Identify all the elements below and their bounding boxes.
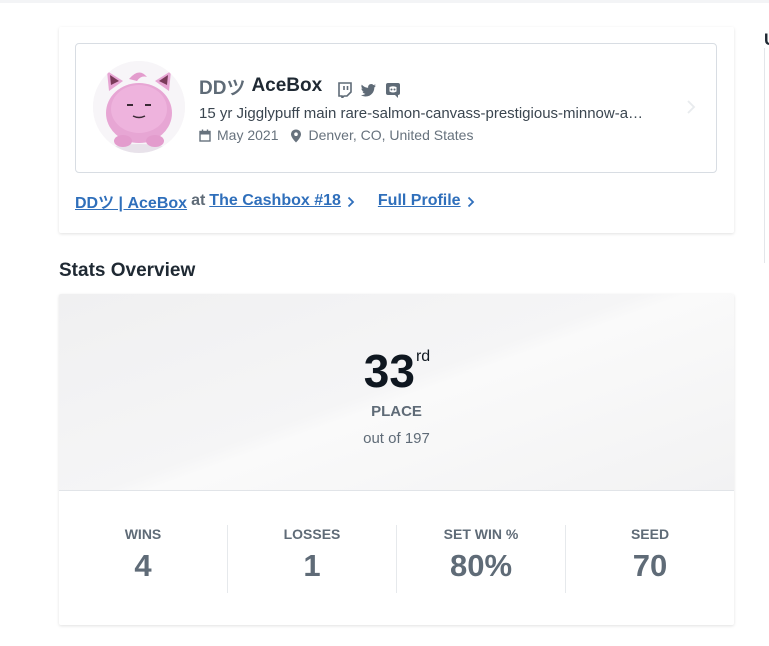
chevron-right-icon xyxy=(467,195,475,208)
stat-label: SEED xyxy=(630,526,670,542)
placement-label: PLACE xyxy=(371,403,422,420)
stat-wins: WINS 4 xyxy=(59,525,228,593)
stat-grid: WINS 4 LOSSES 1 SET WIN % 80% SEED 70 xyxy=(59,525,734,593)
profile-card: DDツ AceBox 15 yr Jigglypuff main rare-sa… xyxy=(59,27,734,233)
stat-set-win-pct: SET WIN % 80% xyxy=(397,525,566,593)
profile-links: DDツ | AceBox at The Cashbox #18 Full Pro… xyxy=(75,189,475,213)
twitter-icon[interactable] xyxy=(361,82,377,98)
stat-value: 70 xyxy=(632,548,668,583)
social-links xyxy=(337,82,409,100)
discord-icon[interactable] xyxy=(385,82,401,98)
player-prefix: DDツ xyxy=(199,77,246,99)
event-name-link[interactable]: The Cashbox #18 xyxy=(209,192,355,210)
player-location: Denver, CO, United States xyxy=(308,127,474,143)
chevron-right-icon xyxy=(347,195,355,208)
joined-date: May 2021 xyxy=(217,127,279,143)
right-panel-title: U xyxy=(764,30,769,50)
right-panel-card xyxy=(764,48,769,263)
stat-value: 80% xyxy=(449,548,513,583)
stats-card: 33rd PLACE out of 197 WINS 4 LOSSES 1 SE… xyxy=(59,294,734,625)
placement-number: 33 xyxy=(363,345,415,397)
chevron-right-icon xyxy=(686,99,696,115)
twitch-icon[interactable] xyxy=(337,82,353,100)
player-tag: AceBox xyxy=(251,75,323,96)
stat-seed: SEED 70 xyxy=(566,525,734,593)
top-bar xyxy=(0,0,769,3)
profile-summary[interactable]: DDツ AceBox 15 yr Jigglypuff main rare-sa… xyxy=(75,43,717,173)
placement-suffix: rd xyxy=(415,348,431,365)
player-name-row: DDツ AceBox xyxy=(199,74,409,100)
event-entrant-link[interactable]: DDツ | AceBox xyxy=(75,189,187,213)
avatar xyxy=(93,61,185,153)
full-profile-link[interactable]: Full Profile xyxy=(378,192,475,210)
avatar-image xyxy=(93,61,185,153)
stat-value: 1 xyxy=(303,548,321,583)
event-name: The Cashbox #18 xyxy=(209,192,341,209)
stat-label: SET WIN % xyxy=(443,526,519,542)
event-at-label: at xyxy=(191,192,206,209)
stats-overview-title: Stats Overview xyxy=(59,260,196,281)
placement-panel: 33rd PLACE out of 197 xyxy=(59,294,734,491)
placement: 33rd xyxy=(59,344,734,398)
event-entrant-name: DDツ | AceBox xyxy=(75,195,188,212)
stat-label: WINS xyxy=(124,526,162,542)
calendar-icon xyxy=(199,129,211,142)
player-meta: May 2021 Denver, CO, United States xyxy=(199,127,473,143)
player-bio: 15 yr Jigglypuff main rare-salmon-canvas… xyxy=(199,105,644,122)
full-profile-label: Full Profile xyxy=(377,192,461,209)
stat-label: LOSSES xyxy=(283,526,341,542)
stat-losses: LOSSES 1 xyxy=(228,525,397,593)
stat-value: 4 xyxy=(134,548,152,583)
placement-out-of: out of 197 xyxy=(363,430,430,447)
location-pin-icon xyxy=(290,129,302,142)
